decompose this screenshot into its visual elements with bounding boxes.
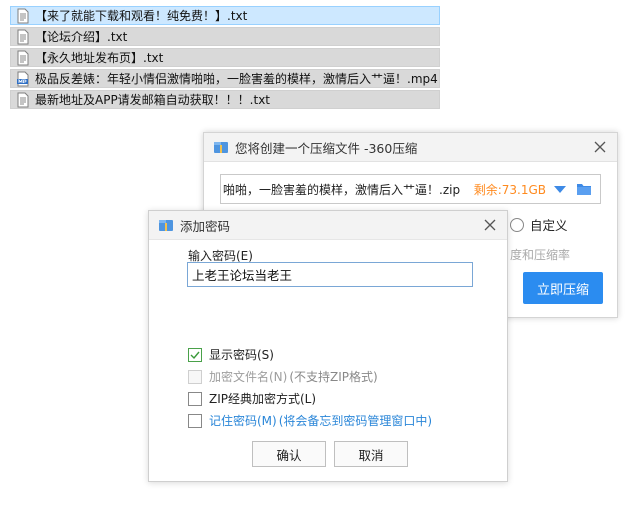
- close-icon[interactable]: [591, 138, 609, 156]
- add-password-dialog: 添加密码 输入密码(E) 显示密码(S) 加密文件名(N) (不支持ZIP格式)…: [148, 210, 508, 482]
- cancel-button[interactable]: 取消: [334, 441, 408, 467]
- free-space-label: 剩余:73.1GB: [473, 182, 546, 197]
- compress-now-button[interactable]: 立即压缩: [523, 272, 603, 304]
- archive-app-icon: [213, 139, 229, 155]
- file-row[interactable]: 最新地址及APP请发邮箱自动获取！！！.txt: [10, 90, 440, 109]
- mp4-file-icon: [15, 71, 31, 87]
- remember-password-checkbox[interactable]: [188, 413, 202, 428]
- encrypt-filename-checkbox: [188, 369, 202, 384]
- archive-path-field[interactable]: 啪啪，一脸害羞的模样，激情后入艹逼！.zip 剩余:73.1GB: [220, 174, 601, 204]
- close-icon[interactable]: [481, 216, 499, 234]
- show-password-option[interactable]: 显示密码(S): [188, 346, 274, 363]
- file-row[interactable]: 【永久地址发布页】.txt: [10, 48, 440, 67]
- dialog-titlebar: 您将创建一个压缩文件 -360压缩: [204, 133, 617, 162]
- text-file-icon: [15, 50, 31, 66]
- file-row[interactable]: 极品反差婊：年轻小情侣激情啪啪，一脸害羞的模样，激情后入艹逼！.mp4: [10, 69, 440, 88]
- radio-button[interactable]: [510, 217, 524, 232]
- encrypt-filename-option: 加密文件名(N) (不支持ZIP格式): [188, 368, 378, 385]
- show-password-checkbox[interactable]: [188, 347, 202, 362]
- archive-path-text: 啪啪，一脸害羞的模样，激情后入艹逼！.zip: [223, 182, 461, 197]
- archive-app-icon: [158, 217, 174, 233]
- folder-icon[interactable]: [576, 182, 592, 196]
- text-file-icon: [15, 29, 31, 45]
- dialog-titlebar: 添加密码: [149, 211, 507, 240]
- file-name: 【永久地址发布页】.txt: [35, 51, 164, 65]
- custom-option-label: 自定义: [530, 218, 568, 233]
- remember-password-note: (将会备忘到密码管理窗口中): [278, 414, 433, 428]
- dialog-title: 添加密码: [180, 218, 231, 234]
- zip-classic-checkbox[interactable]: [188, 391, 202, 406]
- file-row[interactable]: 【来了就能下载和观看！纯免费！】.txt: [10, 6, 440, 25]
- file-name: 【论坛介绍】.txt: [35, 30, 128, 44]
- text-file-icon: [15, 92, 31, 108]
- file-list: 【来了就能下载和观看！纯免费！】.txt 【论坛介绍】.txt 【永久地址发布页…: [10, 6, 440, 111]
- password-input[interactable]: [187, 262, 473, 287]
- zip-classic-label: ZIP经典加密方式(L): [209, 392, 317, 406]
- chevron-down-icon[interactable]: [554, 185, 566, 193]
- ok-button[interactable]: 确认: [252, 441, 326, 467]
- file-name: 最新地址及APP请发邮箱自动获取！！！.txt: [35, 93, 271, 107]
- file-name: 极品反差婊：年轻小情侣激情啪啪，一脸害羞的模样，激情后入艹逼！.mp4: [35, 72, 438, 86]
- remember-password-option[interactable]: 记住密码(M) (将会备忘到密码管理窗口中): [188, 412, 432, 429]
- encrypt-filename-label: 加密文件名(N): [209, 370, 288, 384]
- zip-classic-option[interactable]: ZIP经典加密方式(L): [188, 390, 316, 407]
- file-name: 【来了就能下载和观看！纯免费！】.txt: [35, 9, 248, 23]
- encrypt-filename-note: (不支持ZIP格式): [289, 370, 378, 384]
- text-file-icon: [15, 8, 31, 24]
- show-password-label: 显示密码(S): [209, 348, 274, 362]
- file-row[interactable]: 【论坛介绍】.txt: [10, 27, 440, 46]
- dialog-title: 您将创建一个压缩文件 -360压缩: [235, 140, 418, 156]
- compression-settings-text: 度和压缩率: [510, 248, 571, 262]
- remember-password-label: 记住密码(M): [209, 414, 277, 428]
- custom-option-radio[interactable]: 自定义: [510, 215, 568, 234]
